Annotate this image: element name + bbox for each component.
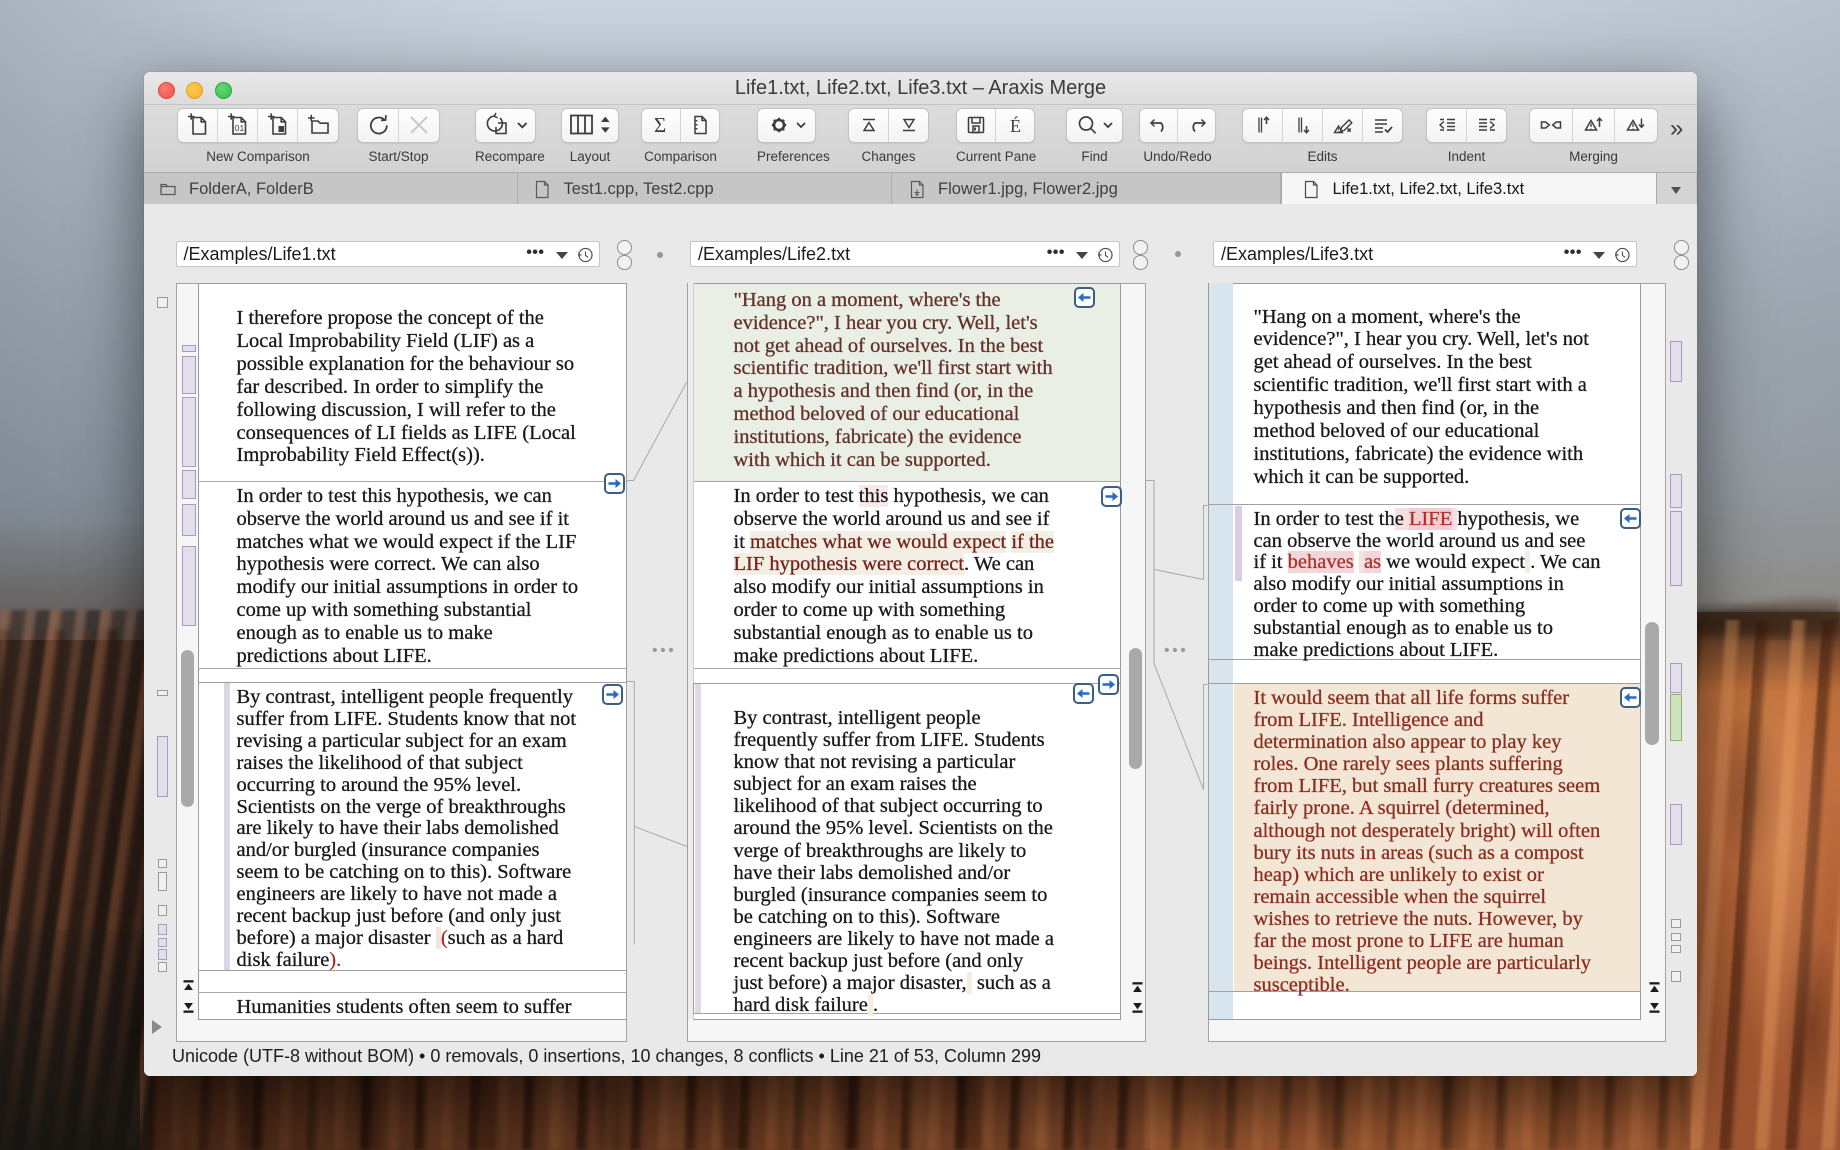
svg-text:01: 01 [234,123,244,133]
svg-text:É: É [1010,115,1021,136]
svg-text:Σ: Σ [654,113,666,137]
